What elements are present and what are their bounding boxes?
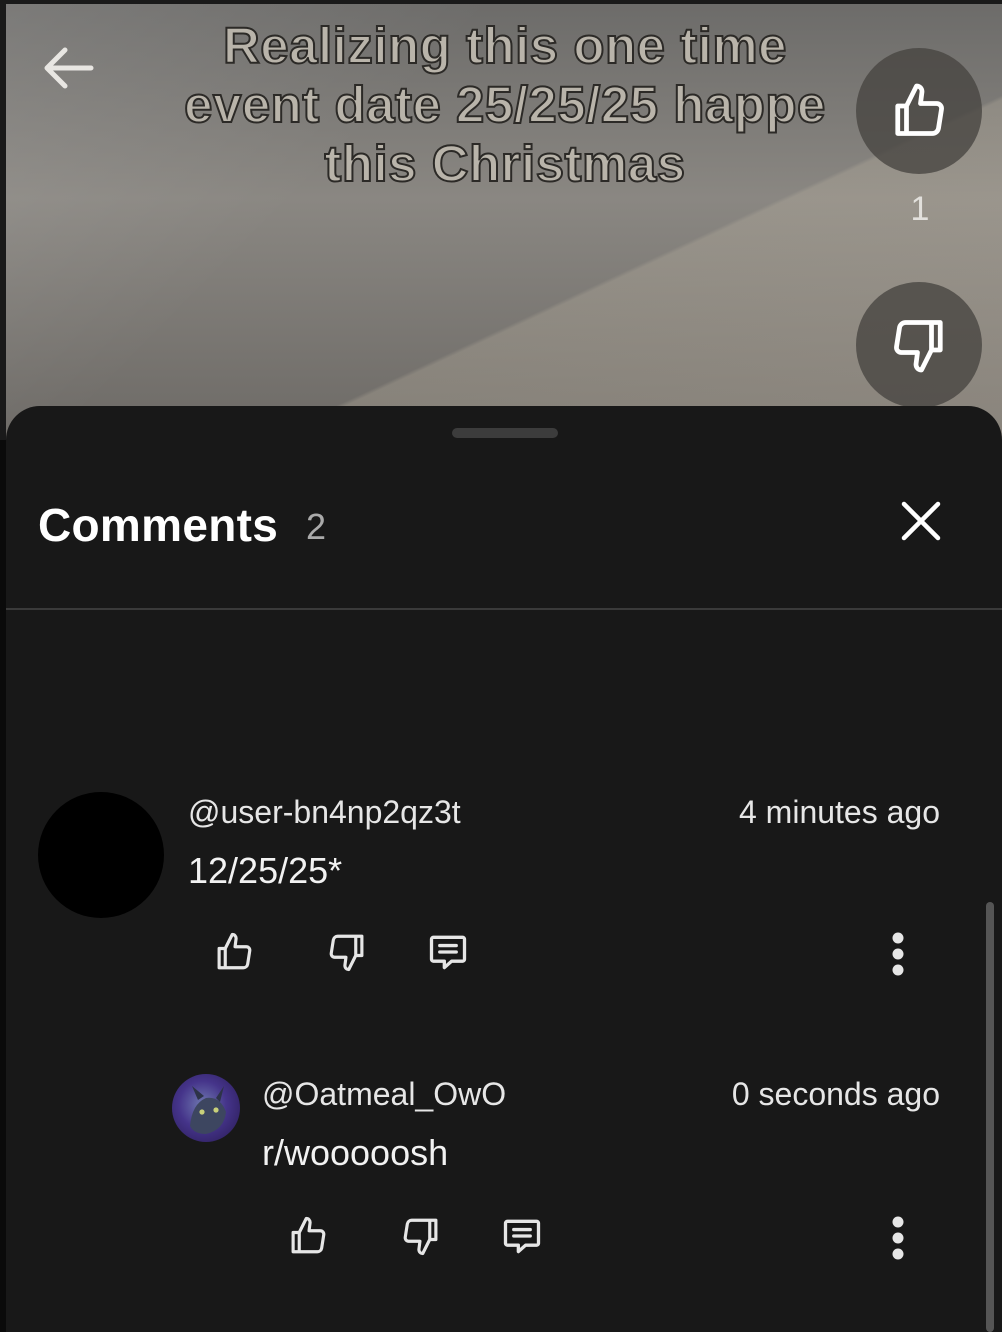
thumbs-up-icon bbox=[217, 932, 252, 970]
comments-sheet: Comments 2 @user-bn4np2qz3t 4 minutes ag… bbox=[6, 406, 1002, 1332]
comment-dislike-button[interactable] bbox=[393, 1208, 449, 1264]
comment-username[interactable]: @Oatmeal_OwO bbox=[262, 1076, 506, 1113]
thumbs-down-icon bbox=[894, 320, 943, 373]
back-button[interactable] bbox=[36, 40, 100, 96]
comment-more-button[interactable] bbox=[870, 1210, 926, 1266]
avatar-image bbox=[190, 1086, 226, 1134]
video-like-button[interactable] bbox=[856, 48, 982, 174]
comment-text: 12/25/25* bbox=[188, 850, 343, 891]
scrollbar[interactable] bbox=[986, 902, 994, 1332]
close-button[interactable] bbox=[886, 486, 956, 556]
header-divider bbox=[6, 608, 1002, 610]
reply-icon bbox=[503, 1219, 541, 1254]
video-caption: Realizing this one time event date 25/25… bbox=[183, 16, 826, 193]
comment-reply-button[interactable] bbox=[494, 1208, 550, 1264]
more-vertical-icon bbox=[892, 1216, 904, 1260]
video-like-count: 1 bbox=[910, 190, 930, 228]
comments-count: 2 bbox=[306, 506, 327, 547]
comment-like-button[interactable] bbox=[280, 1208, 336, 1264]
comment-reply-button[interactable] bbox=[420, 924, 476, 980]
back-arrow-icon bbox=[44, 47, 94, 89]
thumbs-down-icon bbox=[329, 934, 364, 972]
thumbs-up-icon bbox=[291, 1216, 326, 1254]
comment-timestamp: 4 minutes ago bbox=[738, 794, 940, 830]
thumbs-down-icon bbox=[403, 1218, 438, 1256]
comment-more-button[interactable] bbox=[870, 926, 926, 982]
reply-icon bbox=[429, 935, 467, 970]
avatar[interactable] bbox=[38, 792, 164, 918]
close-icon bbox=[901, 501, 941, 541]
thumbs-up-icon bbox=[895, 83, 944, 136]
avatar[interactable] bbox=[172, 1074, 240, 1142]
comment-username[interactable]: @user-bn4np2qz3t bbox=[188, 794, 461, 831]
comment-dislike-button[interactable] bbox=[319, 924, 375, 980]
comment-text: r/wooooosh bbox=[262, 1132, 449, 1173]
drag-handle[interactable] bbox=[452, 428, 558, 438]
comments-title: Comments bbox=[38, 499, 279, 551]
more-vertical-icon bbox=[892, 932, 904, 976]
comment-timestamp: 0 seconds ago bbox=[731, 1076, 940, 1112]
video-dislike-button[interactable] bbox=[856, 282, 982, 408]
video-player[interactable]: Realizing this one time event date 25/25… bbox=[0, 0, 1002, 440]
comment-like-button[interactable] bbox=[206, 924, 262, 980]
